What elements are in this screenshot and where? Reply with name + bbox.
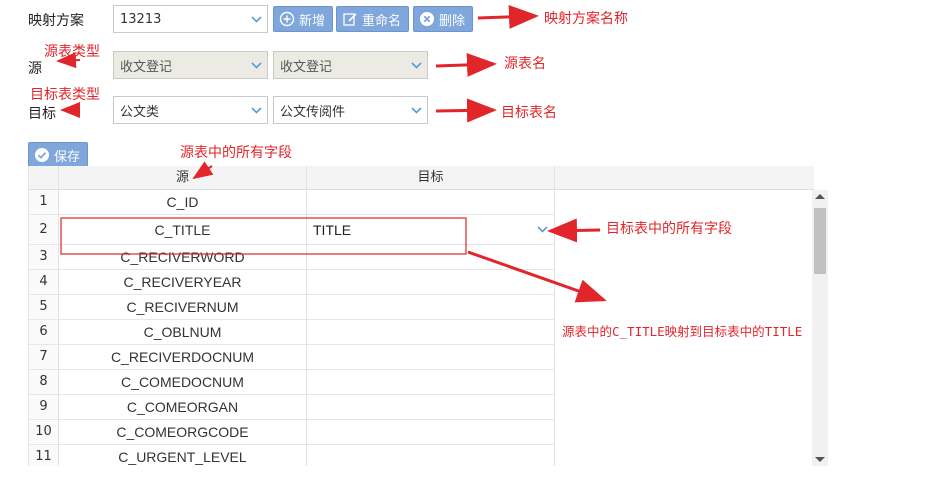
arrow xyxy=(192,161,214,180)
arrow xyxy=(435,98,497,123)
annotation-source-type: 源表类型 xyxy=(44,44,100,60)
annotation-overlay xyxy=(56,4,607,303)
annotation-source-fields: 源表中的所有字段 xyxy=(180,145,292,161)
annotation-source-table: 源表名 xyxy=(504,56,546,72)
annotation-target-type: 目标表类型 xyxy=(30,87,100,103)
annotation-target-fields: 目标表中的所有字段 xyxy=(606,221,732,237)
arrow xyxy=(477,4,539,29)
annotation-mapping-note: 源表中的C_TITLE映射到目标表中的TITLE xyxy=(562,324,803,339)
annotation-target-table: 目标表名 xyxy=(501,105,557,121)
arrow xyxy=(547,218,601,243)
highlight-box xyxy=(60,217,467,255)
arrow xyxy=(467,250,607,303)
annotation-scheme-name: 映射方案名称 xyxy=(544,11,628,27)
arrow xyxy=(435,52,497,77)
